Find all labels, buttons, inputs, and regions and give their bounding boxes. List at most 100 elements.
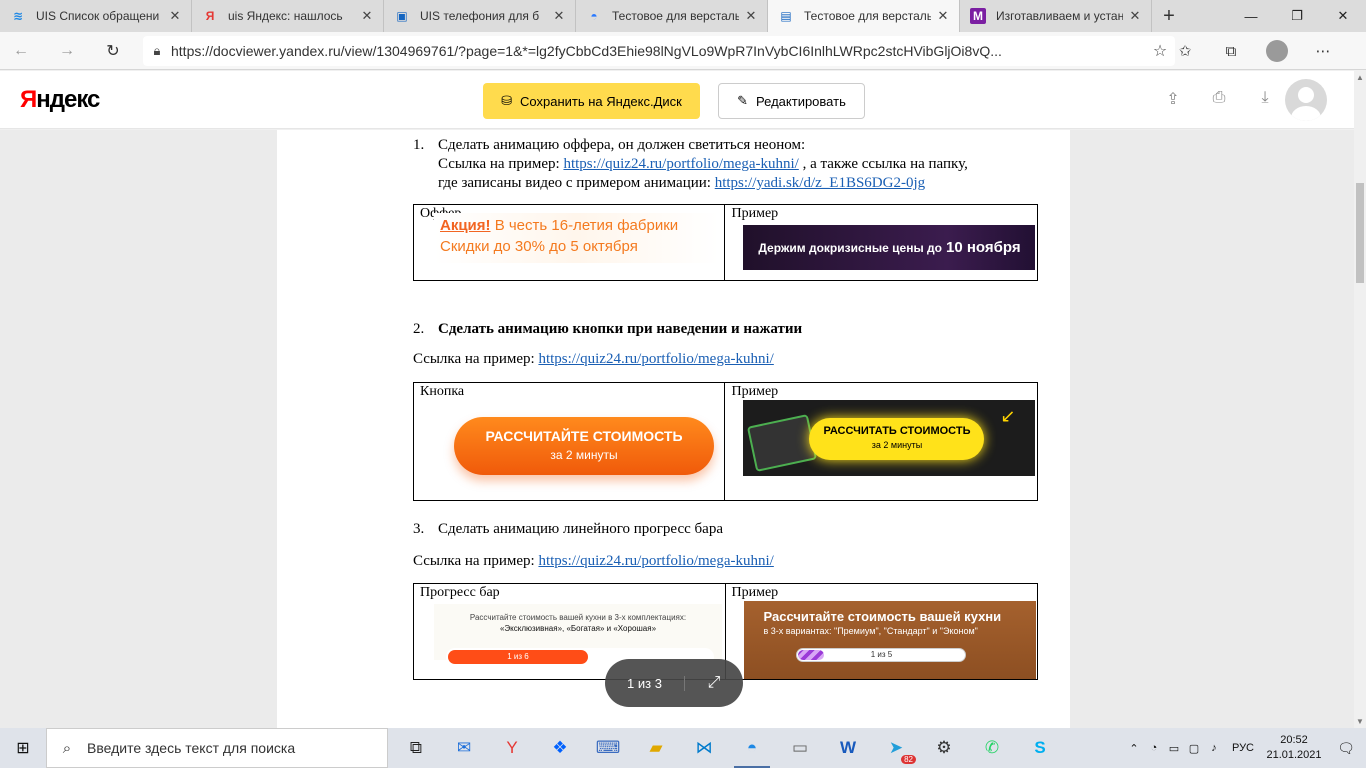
restore-icon[interactable]: ❐	[1274, 0, 1320, 32]
curved-arrow-icon: ↙	[1000, 406, 1016, 426]
progress-fill: 1 из 6	[448, 650, 588, 664]
pencil-icon: ✎	[737, 93, 749, 108]
tab-yandex-search[interactable]: Я uis Яндекс: нашлось ✕	[192, 0, 384, 32]
close-window-icon[interactable]: ✕	[1320, 0, 1366, 32]
close-icon[interactable]: ✕	[551, 8, 567, 24]
notifications-icon[interactable]: 🗨︎	[1326, 740, 1366, 757]
progress-example-image: Рассчитайте стоимость вашей кухни в 3-х …	[743, 601, 1036, 679]
tab-title: Тестовое для версталь	[612, 9, 739, 23]
vertical-scrollbar[interactable]: ▲ ▼	[1354, 71, 1366, 728]
item-3-link-line: Ссылка на пример: https://quiz24.ru/port…	[413, 553, 774, 569]
neon-offer-example: Держим докризисные цены до 10 ноября	[743, 225, 1036, 270]
tab-uis-telephony[interactable]: ▣ UIS телефония для б ✕	[384, 0, 576, 32]
task-view-icon[interactable]: ⧉	[392, 728, 440, 768]
edit-label: Редактировать	[756, 93, 846, 109]
yandex-logo[interactable]: Яндекс	[20, 86, 100, 114]
window-controls: — ❐ ✕	[1228, 0, 1366, 32]
search-icon: ⌕	[62, 739, 72, 757]
collections-icon[interactable]: ⧉	[1208, 36, 1254, 66]
tab-uis-requests[interactable]: ≋ UIS Список обращени ✕	[0, 0, 192, 32]
windows-start-icon[interactable]: ⊞	[0, 728, 46, 768]
tab-test-task-1[interactable]: ◓ Тестовое для версталь ✕	[576, 0, 768, 32]
monitor-icon[interactable]: ▢	[1184, 742, 1204, 755]
search-placeholder: Введите здесь текст для поиска	[87, 740, 296, 756]
print-icon[interactable]: ⎙	[1196, 89, 1242, 109]
item-2-title: 2. Сделать анимацию кнопки при наведении …	[413, 321, 803, 337]
minimize-icon[interactable]: —	[1228, 0, 1274, 32]
download-icon[interactable]: ⤓	[1242, 89, 1288, 109]
lock-icon[interactable]: 🔒︎	[143, 43, 171, 59]
tab-title: UIS телефония для б	[420, 9, 540, 23]
folder-link[interactable]: https://yadi.sk/d/z_E1BS6DG2-0jg	[715, 175, 925, 191]
tab-strip: ≋ UIS Список обращени ✕ Я uis Яндекс: на…	[0, 0, 1366, 32]
portfolio-link-2[interactable]: https://quiz24.ru/portfolio/mega-kuhni/	[538, 351, 773, 367]
save-to-disk-label: Сохранить на Яндекс.Диск	[520, 93, 682, 109]
scroll-down-icon[interactable]: ▼	[1356, 717, 1364, 726]
item-1: 1. Сделать анимацию оффера, он должен све…	[413, 136, 1038, 193]
telegram-icon[interactable]: ➤ 82	[872, 728, 920, 768]
tab-test-task-2[interactable]: ▤ Тестовое для версталь ✕	[768, 0, 960, 32]
mail-icon[interactable]: ✉	[440, 728, 488, 768]
dropbox-icon[interactable]: ❖	[536, 728, 584, 768]
close-icon[interactable]: ✕	[935, 8, 951, 24]
tab-title: uis Яндекс: нашлось	[228, 9, 343, 23]
page-controls: 1 из 3 ⤢	[605, 659, 743, 707]
page-indicator[interactable]: 1 из 3	[605, 675, 685, 691]
button-table: Кнопка РАССЧИТАЙТЕ СТОИМОСТЬ за 2 минуты…	[412, 382, 1038, 501]
skype-icon[interactable]: S	[1016, 728, 1064, 768]
refresh-icon[interactable]: ↻	[96, 36, 130, 66]
edit-button[interactable]: ✎ Редактировать	[718, 83, 865, 119]
user-avatar[interactable]	[1285, 79, 1327, 121]
forward-icon[interactable]: →	[50, 36, 84, 66]
favorites-icon[interactable]: ✩	[1162, 36, 1208, 66]
fullscreen-icon[interactable]: ⤢	[685, 674, 743, 692]
item-3-title: 3. Сделать анимацию линейного прогресс ба…	[413, 521, 723, 537]
network-app-icon[interactable]: ⌨	[584, 728, 632, 768]
back-icon[interactable]: ←	[4, 36, 38, 66]
whatsapp-icon[interactable]: ✆	[968, 728, 1016, 768]
clock[interactable]: 20:52 21.01.2021	[1262, 733, 1326, 763]
photos-icon[interactable]: ▭	[776, 728, 824, 768]
close-icon[interactable]: ✕	[359, 8, 375, 24]
uis-wifi-icon: ≋	[12, 9, 24, 23]
portfolio-link-3[interactable]: https://quiz24.ru/portfolio/mega-kuhni/	[538, 553, 773, 569]
edge-taskbar-icon[interactable]: ◓	[728, 728, 776, 768]
item-2-link-line: Ссылка на пример: https://quiz24.ru/port…	[413, 351, 774, 367]
volume-icon[interactable]: ♪	[1204, 742, 1224, 754]
language-indicator[interactable]: РУС	[1232, 742, 1254, 754]
word-icon[interactable]: W	[824, 728, 872, 768]
navigation-bar: ← → ↻ 🔒︎ https://docviewer.yandex.ru/vie…	[0, 32, 1366, 70]
tab-manufacturing[interactable]: M Изготавливаем и устан ✕	[960, 0, 1152, 32]
more-menu-icon[interactable]: ⋯	[1300, 36, 1346, 66]
calculate-cost-button-image: РАССЧИТАЙТЕ СТОИМОСТЬ за 2 минуты	[454, 417, 714, 475]
new-tab-button[interactable]: +	[1152, 0, 1186, 32]
scroll-thumb[interactable]	[1356, 183, 1364, 283]
offer-image: Акция! В честь 16-летия фабрики Скидки д…	[434, 213, 719, 263]
edge-icon: ◓	[590, 9, 598, 23]
telegram-badge: 82	[901, 755, 916, 764]
doc-icon: ▤	[780, 9, 792, 23]
close-icon[interactable]: ✕	[743, 8, 759, 24]
settings-icon[interactable]: ⚙	[920, 728, 968, 768]
taskbar-search[interactable]: ⌕ Введите здесь текст для поиска	[46, 728, 388, 768]
portfolio-link-1[interactable]: https://quiz24.ru/portfolio/mega-kuhni/	[563, 156, 798, 172]
yandex-icon: Я	[205, 9, 215, 23]
vscode-icon[interactable]: ⋈	[680, 728, 728, 768]
profile-avatar[interactable]	[1266, 40, 1288, 62]
close-icon[interactable]: ✕	[1127, 8, 1143, 24]
tray-app-icon[interactable]: ◔	[1144, 742, 1164, 754]
document-page: 1. Сделать анимацию оффера, он должен све…	[277, 130, 1070, 728]
windows-taskbar: ⊞ ⌕ Введите здесь текст для поиска ⧉ ✉ Y…	[0, 728, 1366, 768]
chevron-up-icon[interactable]: ⌃	[1124, 742, 1144, 755]
disk-icon: ⛁	[501, 93, 513, 108]
share-icon[interactable]: ⇪	[1150, 89, 1196, 109]
save-to-disk-button[interactable]: ⛁ Сохранить на Яндекс.Диск	[483, 83, 700, 119]
calculator-icon	[747, 414, 818, 472]
url-text[interactable]: https://docviewer.yandex.ru/view/1304969…	[171, 43, 1145, 59]
close-icon[interactable]: ✕	[167, 8, 183, 24]
file-explorer-icon[interactable]: ▰	[632, 728, 680, 768]
yandex-browser-icon[interactable]: Y	[488, 728, 536, 768]
address-bar[interactable]: 🔒︎ https://docviewer.yandex.ru/view/1304…	[143, 36, 1175, 66]
scroll-up-icon[interactable]: ▲	[1356, 73, 1364, 82]
battery-icon[interactable]: ▭	[1164, 742, 1184, 755]
